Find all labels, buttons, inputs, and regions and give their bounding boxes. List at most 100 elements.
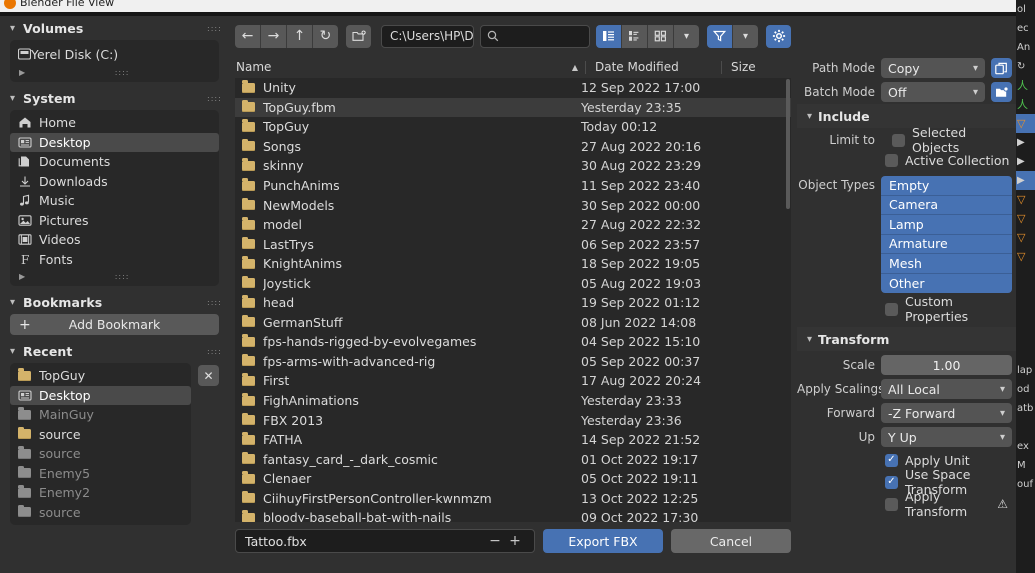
back-button[interactable]: ← [235,24,260,48]
filename-input[interactable]: Tattoo.fbx − + [235,529,535,553]
new-folder-button[interactable] [346,24,371,48]
table-row[interactable]: PunchAnims 11 Sep 2022 23:40 [235,176,791,196]
object-type-camera[interactable]: Camera [881,195,1012,215]
table-row[interactable]: CiihuyFirstPersonController-kwnmzm 13 Oct… [235,488,791,508]
sidebar-item-desktop[interactable]: Desktop [10,132,219,152]
forward-button[interactable]: → [261,24,286,48]
display-mode-thumbnails[interactable] [648,24,673,48]
recent-item-6[interactable]: Enemy2 [10,483,191,503]
filter-options-dropdown[interactable]: ▾ [733,24,758,48]
table-row[interactable]: bloody-baseball-bat-with-nails 09 Oct 202… [235,508,791,522]
table-row[interactable]: fps-hands-rigged-by-evolvegames 04 Sep 20… [235,332,791,352]
filter-toggle-button[interactable] [707,24,732,48]
recent-item-7[interactable]: source [10,503,191,523]
table-row[interactable]: FighAnimations Yesterday 23:33 [235,391,791,411]
decrement-button[interactable]: − [485,533,505,549]
sidebar-item-home[interactable]: Home [10,113,219,133]
table-row[interactable]: Unity 12 Sep 2022 17:00 [235,78,791,98]
table-row[interactable]: Clenaer 05 Oct 2022 19:11 [235,469,791,489]
recent-item-3[interactable]: source [10,425,191,445]
recent-item-5[interactable]: Enemy5 [10,464,191,484]
recent-item-4[interactable]: source [10,444,191,464]
apply-unit-checkbox[interactable]: ✓ [885,453,898,467]
path-input[interactable]: C:\Users\HP\Desktop\ [381,24,474,48]
recent-panel-header[interactable]: ▾ Recent :::: [0,339,229,363]
display-mode-vertical-list[interactable] [596,24,621,48]
batch-folder-icon[interactable] [991,82,1012,102]
object-type-empty[interactable]: Empty [881,176,1012,196]
table-row[interactable]: GermanStuff 08 Jun 2022 14:08 [235,313,791,333]
object-type-lamp[interactable]: Lamp [881,215,1012,235]
table-row[interactable]: TopGuy Today 00:12 [235,117,791,137]
sidebar-item-pictures[interactable]: Pictures [10,211,219,231]
file-name: Clenaer [263,471,312,487]
volume-item-c[interactable]: Yerel Disk (C:) [10,43,219,65]
increment-button[interactable]: + [505,533,525,549]
column-header-date[interactable]: Date Modified [586,60,721,74]
grip-dots-icon[interactable]: :::: [25,272,219,281]
outliner-row: An [1016,38,1035,57]
copy-paths-icon[interactable] [991,58,1012,78]
table-row[interactable]: NewModels 30 Sep 2022 00:00 [235,195,791,215]
column-header-name[interactable]: Name ▲ [236,60,585,74]
batch-mode-dropdown[interactable]: Off ▾ [881,82,985,102]
file-list-scrollbar[interactable] [786,79,790,209]
grip-dots-icon[interactable]: :::: [25,68,219,77]
table-row[interactable]: Songs 27 Aug 2022 20:16 [235,137,791,157]
table-row[interactable]: KnightAnims 18 Sep 2022 19:05 [235,254,791,274]
table-row[interactable]: First 17 Aug 2022 20:24 [235,371,791,391]
export-fbx-button[interactable]: Export FBX [543,529,663,553]
sidebar-item-documents[interactable]: Documents [10,152,219,172]
table-row[interactable]: FBX 2013 Yesterday 23:36 [235,410,791,430]
sidebar-item-music[interactable]: Music [10,191,219,211]
add-bookmark-button[interactable]: + Add Bookmark [10,314,219,335]
file-list[interactable]: Unity 12 Sep 2022 17:00 TopGuy.fbm Yesterda… [235,78,791,522]
display-mode-horizontal-list[interactable] [622,24,647,48]
recent-item-0[interactable]: TopGuy [10,366,191,386]
display-options-dropdown[interactable]: ▾ [674,24,699,48]
up-dropdown[interactable]: Y Up ▾ [881,427,1012,447]
forward-dropdown[interactable]: -Z Forward ▾ [881,403,1012,423]
volumes-panel-header[interactable]: ▾ Volumes :::: [0,16,229,40]
active-collection-checkbox[interactable] [885,153,898,167]
file-date: 11 Sep 2022 23:40 [581,178,701,193]
table-row[interactable]: skinny 30 Aug 2022 23:29 [235,156,791,176]
column-header-size[interactable]: Size [722,60,797,74]
object-type-other[interactable]: Other [881,273,1012,293]
table-row[interactable]: head 19 Sep 2022 01:12 [235,293,791,313]
scale-value-field[interactable]: 1.00 [881,355,1012,375]
table-row[interactable]: LastTrys 06 Sep 2022 23:57 [235,234,791,254]
recent-item-1[interactable]: Desktop [10,385,191,405]
table-row[interactable]: TopGuy.fbm Yesterday 23:35 [235,97,791,118]
system-panel-header[interactable]: ▾ System :::: [0,86,229,110]
path-mode-dropdown[interactable]: Copy ▾ [881,58,985,78]
table-row[interactable]: fantasy_card_-_dark_cosmic 01 Oct 2022 19… [235,449,791,469]
main-area: ← → ↑ ↻ C:\Users\HP\Desktop\ [229,16,797,573]
folder-icon [242,334,263,347]
sidebar-item-videos[interactable]: Videos [10,230,219,250]
parent-directory-button[interactable]: ↑ [287,24,312,48]
apply-scalings-dropdown[interactable]: All Local ▾ [881,379,1012,399]
apply-transform-checkbox[interactable] [885,497,898,511]
settings-button[interactable] [766,24,791,48]
transform-section-header[interactable]: ▾ Transform [797,327,1016,351]
table-row[interactable]: fps-arms-with-advanced-rig 05 Sep 2022 00… [235,352,791,372]
refresh-button[interactable]: ↻ [313,24,338,48]
custom-properties-checkbox[interactable] [885,302,898,316]
file-date: 30 Aug 2022 23:29 [581,158,702,174]
sidebar-item-fonts[interactable]: F Fonts [10,250,219,270]
use-space-transform-checkbox[interactable]: ✓ [885,475,898,489]
bookmarks-panel-header[interactable]: ▾ Bookmarks :::: [0,290,229,314]
selected-objects-checkbox[interactable] [892,133,905,147]
object-type-armature[interactable]: Armature [881,234,1012,254]
folder-icon [242,432,255,445]
object-type-mesh[interactable]: Mesh [881,254,1012,274]
cancel-button[interactable]: Cancel [671,529,791,553]
table-row[interactable]: FATHA 14 Sep 2022 21:52 [235,430,791,450]
recent-item-2[interactable]: MainGuy [10,405,191,425]
clear-recent-button[interactable]: ✕ [198,365,219,386]
table-row[interactable]: Joystick 05 Aug 2022 19:03 [235,273,791,293]
sidebar-item-downloads[interactable]: Downloads [10,172,219,192]
search-input[interactable] [480,24,590,48]
table-row[interactable]: model 27 Aug 2022 22:32 [235,215,791,235]
